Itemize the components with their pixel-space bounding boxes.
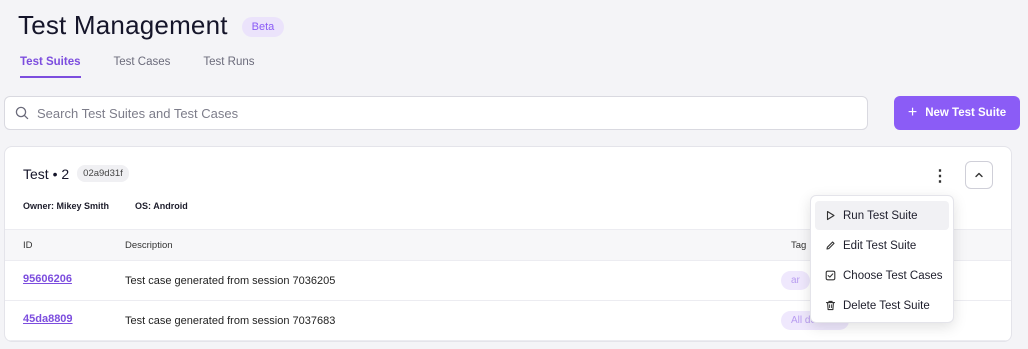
- suite-meta: Owner: Mikey Smith OS: Android: [23, 201, 188, 211]
- owner-value: Mikey Smith: [56, 201, 110, 211]
- more-options-icon[interactable]: ⋮: [930, 165, 950, 187]
- search-box[interactable]: [4, 96, 868, 130]
- test-case-id-link[interactable]: 45da8809: [23, 313, 73, 325]
- menu-item-label: Delete Test Suite: [843, 299, 930, 312]
- menu-item-delete-test-suite[interactable]: Delete Test Suite: [815, 291, 949, 320]
- os-value: Android: [153, 201, 188, 211]
- page-title: Test Management: [18, 10, 228, 40]
- suite-id-badge: 02a9d31f: [77, 165, 129, 182]
- beta-badge: Beta: [241, 16, 285, 37]
- pencil-icon: [826, 241, 835, 250]
- tab-test-cases[interactable]: Test Cases: [114, 56, 171, 78]
- suite-header: Test • 2 02a9d31f: [23, 165, 129, 182]
- search-icon: [15, 106, 29, 120]
- plus-icon: +: [907, 104, 918, 121]
- menu-item-edit-test-suite[interactable]: Edit Test Suite: [815, 231, 949, 260]
- new-test-suite-button[interactable]: + New Test Suite: [894, 96, 1020, 130]
- tab-bar: Test Suites Test Cases Test Runs: [20, 56, 288, 78]
- checkbox-icon: [825, 270, 836, 281]
- menu-item-run-test-suite[interactable]: Run Test Suite: [815, 201, 949, 230]
- menu-item-label: Choose Test Cases: [843, 269, 943, 282]
- tag-badge: ar: [781, 271, 810, 290]
- os-meta: OS: Android: [135, 201, 188, 211]
- tab-test-suites[interactable]: Test Suites: [20, 56, 81, 78]
- suite-actions-menu: Run Test Suite Edit Test Suite Choose Te…: [810, 195, 954, 323]
- page-header: Test Management Beta: [18, 10, 285, 41]
- search-input[interactable]: [37, 105, 837, 121]
- owner-meta: Owner: Mikey Smith: [23, 201, 109, 211]
- os-label: OS:: [135, 201, 152, 211]
- test-case-description: Test case generated from session 7036205: [125, 275, 336, 287]
- play-icon: [826, 210, 835, 221]
- column-tags: Tag: [791, 240, 807, 251]
- tab-test-runs[interactable]: Test Runs: [203, 56, 254, 78]
- menu-item-choose-test-cases[interactable]: Choose Test Cases: [815, 261, 949, 290]
- column-description: Description: [125, 240, 173, 251]
- column-id: ID: [23, 240, 33, 251]
- test-case-id-link[interactable]: 95606206: [23, 273, 72, 285]
- collapse-button[interactable]: [965, 161, 993, 189]
- chevron-up-icon: [975, 172, 983, 178]
- test-case-description: Test case generated from session 7037683: [125, 315, 336, 327]
- owner-label: Owner:: [23, 201, 55, 211]
- menu-item-label: Edit Test Suite: [843, 239, 917, 252]
- menu-item-label: Run Test Suite: [843, 209, 918, 222]
- trash-icon: [825, 300, 836, 311]
- suite-name: Test • 2: [23, 165, 70, 182]
- new-test-suite-label: New Test Suite: [925, 107, 1007, 119]
